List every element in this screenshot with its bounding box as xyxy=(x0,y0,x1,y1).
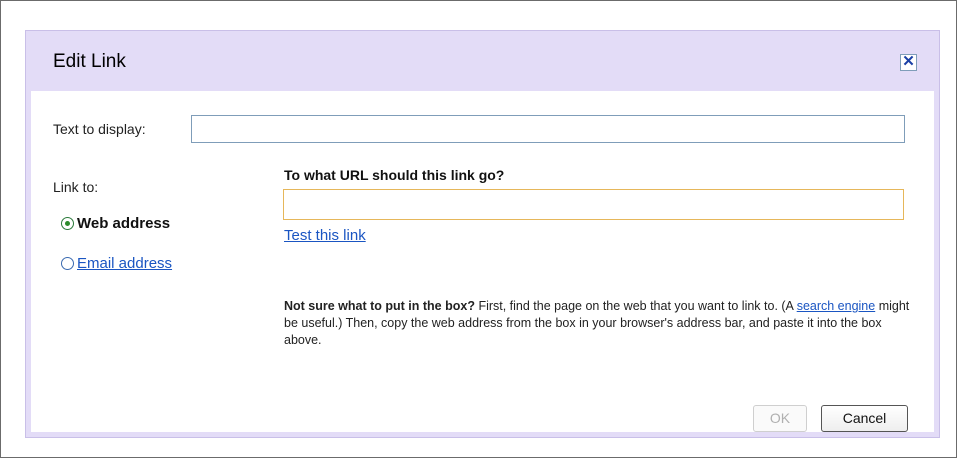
cancel-button[interactable]: Cancel xyxy=(821,405,908,432)
text-to-display-input[interactable] xyxy=(191,115,905,143)
edit-link-dialog: Edit Link ✕ Text to display: Link to: We… xyxy=(25,30,940,438)
url-question: To what URL should this link go? xyxy=(284,167,505,183)
dialog-body: Text to display: Link to: Web address Em… xyxy=(31,91,934,432)
url-input[interactable] xyxy=(283,189,904,220)
dialog-titlebar: Edit Link ✕ xyxy=(26,31,939,91)
close-icon[interactable]: ✕ xyxy=(900,54,917,71)
search-engine-link[interactable]: search engine xyxy=(797,299,876,313)
dialog-title: Edit Link xyxy=(53,51,126,72)
web-address-radio[interactable] xyxy=(61,217,74,230)
help-text: Not sure what to put in the box? First, … xyxy=(284,298,914,349)
email-address-radio[interactable] xyxy=(61,257,74,270)
help-text-1: First, find the page on the web that you… xyxy=(474,299,797,313)
help-bold: Not sure what to put in the box? xyxy=(284,299,475,313)
text-to-display-label: Text to display: xyxy=(53,121,146,137)
test-link[interactable]: Test this link xyxy=(284,227,366,244)
ok-button[interactable]: OK xyxy=(753,405,807,432)
web-address-label: Web address xyxy=(77,215,171,232)
email-address-link[interactable]: Email address xyxy=(77,255,172,272)
link-to-label: Link to: xyxy=(53,179,99,195)
web-address-option[interactable]: Web address xyxy=(61,215,170,232)
email-address-option[interactable]: Email address xyxy=(61,255,172,272)
